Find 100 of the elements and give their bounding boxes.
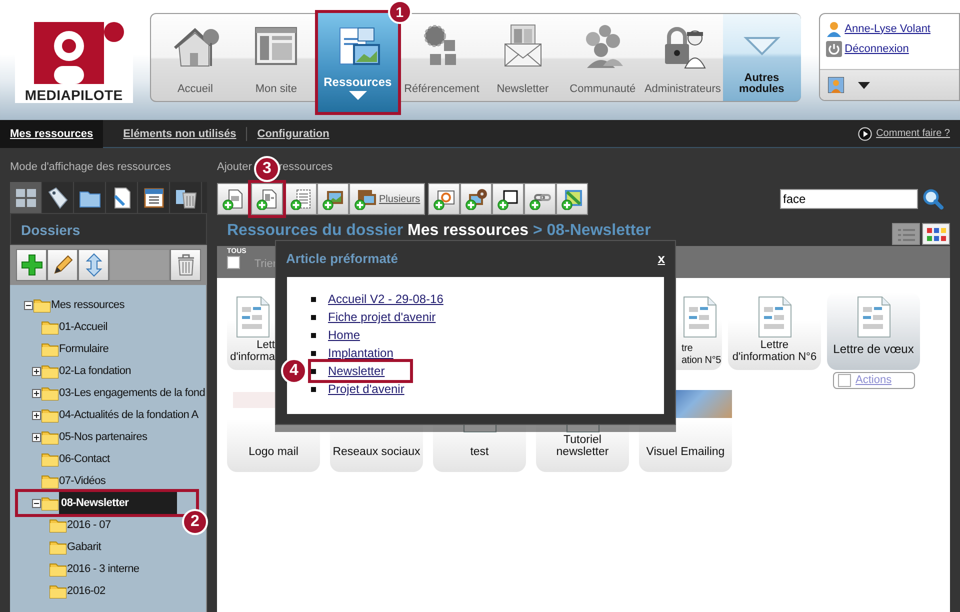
add-button[interactable]	[492, 183, 524, 215]
folder-label[interactable]: 06-Contact	[59, 450, 110, 468]
tile-label: Visuel Emailing	[646, 446, 725, 458]
folder-icon	[49, 539, 67, 555]
tab[interactable]: Mes ressources	[0, 120, 104, 148]
play-icon[interactable]	[858, 126, 872, 140]
tool-button[interactable]	[16, 249, 47, 281]
bullet-icon	[311, 350, 316, 356]
caret-icon	[348, 90, 367, 100]
select-all-checkbox[interactable]	[227, 256, 240, 269]
folder-icon	[41, 429, 59, 445]
view-toggle[interactable]	[892, 223, 920, 245]
bullet-icon	[311, 296, 316, 302]
add-button[interactable]	[460, 183, 492, 215]
caret-icon[interactable]	[858, 82, 870, 88]
close-button[interactable]: x	[658, 249, 665, 269]
tile-label: Lett d'informa	[229, 339, 275, 363]
bullet-icon	[311, 386, 316, 392]
tab[interactable]: Eléments non utilisés	[113, 126, 246, 140]
tool-button[interactable]	[78, 249, 109, 281]
tag-icon	[46, 186, 70, 210]
grid-view-icon	[925, 226, 947, 242]
nav-tab[interactable]: Mon site	[238, 14, 315, 101]
avatar-icon[interactable]	[828, 77, 844, 93]
step-number: 4	[281, 358, 307, 384]
power-icon	[826, 41, 842, 57]
tile-label: Tutoriel newsletter	[555, 434, 610, 458]
template-link[interactable]: Newsletter	[328, 362, 385, 380]
tab[interactable]: Configuration	[246, 126, 340, 140]
expand-icon[interactable]	[32, 432, 41, 442]
help-link[interactable]: Comment faire ?	[876, 126, 950, 141]
template-link[interactable]: Fiche projet d'avenir	[328, 308, 436, 326]
step-number: 3	[254, 156, 280, 182]
folder-icon	[41, 341, 59, 357]
nav-tab[interactable]: Administrateurs	[642, 14, 723, 101]
folder-label[interactable]: Gabarit	[67, 538, 101, 556]
search-field[interactable]: face	[780, 189, 918, 209]
folder-label[interactable]: 03-Les engagements de la fond	[59, 384, 206, 402]
folder-icon	[41, 451, 59, 467]
tile-label: tre ation N°5	[682, 343, 721, 367]
user-name-link[interactable]: Anne-Lyse Volant	[844, 20, 930, 38]
folder-label[interactable]: 05-Nos partenaires	[59, 428, 148, 446]
map-picture-plus-icon	[561, 188, 584, 210]
plus-icon	[20, 253, 44, 277]
add-button[interactable]	[285, 183, 317, 215]
person-icon	[826, 21, 842, 37]
collapse-icon[interactable]	[24, 300, 33, 310]
folder-icon	[41, 407, 59, 423]
nav-tab[interactable]: Ressources	[318, 13, 398, 112]
calendar-icon	[142, 186, 166, 210]
collapse-icon[interactable]	[32, 498, 41, 508]
folder-icon	[41, 385, 59, 401]
logout-link[interactable]: Déconnexion	[844, 40, 909, 58]
nav-tab[interactable]: Autres modules	[722, 14, 801, 101]
section-label: Ajouter	[217, 160, 252, 175]
logo-text: MEDIAPILOTE	[24, 88, 123, 102]
tile-label: Reseaux sociaux	[332, 446, 420, 458]
expand-icon[interactable]	[32, 388, 41, 398]
folder-icon	[41, 363, 59, 379]
folder-icon	[49, 517, 67, 533]
folder-label[interactable]: 07-Vidéos	[59, 472, 106, 490]
panel-title: Dossiers	[10, 213, 207, 245]
step-number: 1	[388, 0, 412, 24]
folder-icon	[49, 583, 67, 599]
section-label: ressources	[278, 160, 333, 175]
folder-label[interactable]: 01-Accueil	[59, 318, 108, 336]
folder-label[interactable]: 08-Newsletter	[59, 492, 177, 514]
folder-icon	[49, 561, 67, 577]
article-plus-icon	[256, 188, 278, 210]
template-link[interactable]: Implantation	[328, 344, 394, 362]
tool-button[interactable]	[47, 249, 78, 281]
folder-label[interactable]: Formulaire	[59, 340, 109, 358]
template-link[interactable]: Accueil V2 - 29-08-16	[328, 290, 444, 308]
text-page-plus-icon	[290, 188, 312, 210]
search-icon[interactable]	[922, 188, 944, 210]
document-icon	[756, 295, 792, 339]
tool-button[interactable]	[170, 249, 201, 281]
document-icon	[235, 295, 271, 339]
template-link[interactable]: Home	[328, 326, 360, 344]
folder-label[interactable]: 2016 - 07	[67, 516, 111, 534]
expand-icon[interactable]	[32, 410, 41, 420]
pictures-plus-icon	[354, 188, 376, 210]
add-button[interactable]: Plusieurs	[349, 183, 426, 215]
screen-plus-icon	[433, 188, 456, 210]
folder-icon	[41, 319, 59, 335]
nav-tab[interactable]: Newsletter	[482, 14, 563, 101]
folder-label[interactable]: 2016 - 3 interne	[67, 560, 140, 578]
folder-label[interactable]: Mes ressources	[51, 296, 124, 314]
folder-heading: Ressources du dossier Mes ressources > 08-Newsletter	[227, 221, 651, 241]
folder-icon	[33, 297, 51, 313]
add-button[interactable]	[217, 183, 249, 215]
nav-tab[interactable]: Accueil	[152, 14, 238, 101]
folder-label[interactable]: 2016-02	[67, 582, 106, 600]
expand-icon[interactable]	[32, 366, 41, 376]
view-toggle[interactable]	[922, 223, 950, 245]
folder-label[interactable]: 04-Actualités de la fondation A	[59, 406, 198, 424]
nav-tab[interactable]: Communauté	[562, 14, 643, 101]
checkbox[interactable]	[838, 374, 850, 387]
folder-label[interactable]: 02-La fondation	[59, 362, 131, 380]
folder-icon	[41, 495, 59, 511]
